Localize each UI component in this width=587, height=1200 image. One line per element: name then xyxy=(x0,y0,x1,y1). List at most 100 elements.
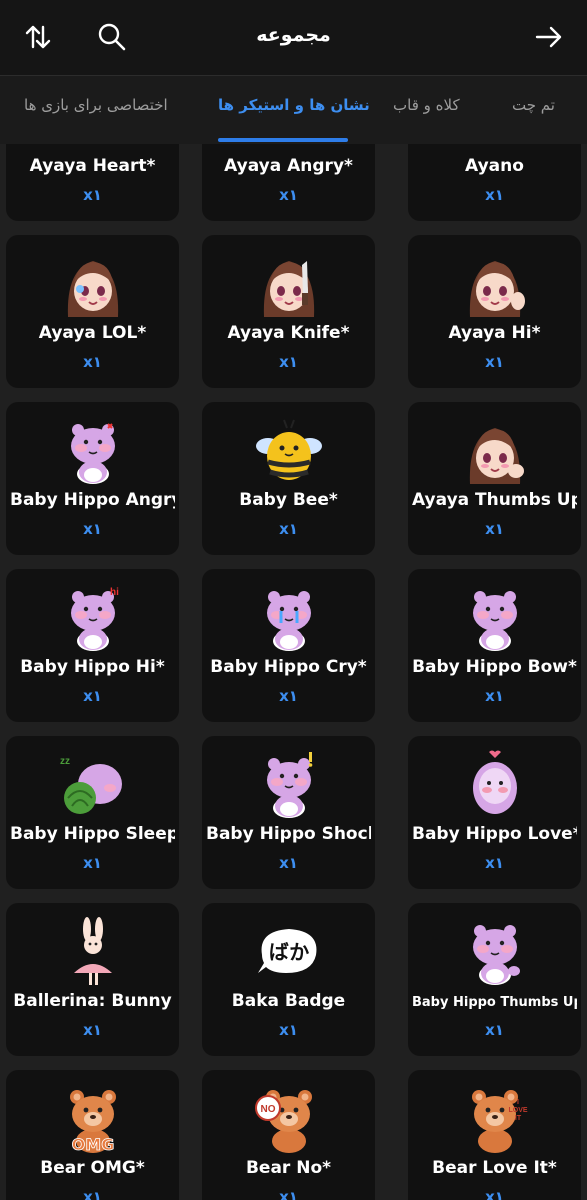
sticker-card[interactable]: OMG Bear OMG* x۱ xyxy=(6,1070,179,1200)
sticker-name: Baby Hippo Angry* xyxy=(10,490,175,510)
sticker-card[interactable]: Baby Bee* x۱ xyxy=(202,402,375,555)
svg-text:hi: hi xyxy=(110,587,119,598)
ayaya-heart-icon xyxy=(6,144,179,152)
tab-badges-stickers[interactable]: نشان ها و استیکر ها xyxy=(218,96,370,114)
sticker-count: x۱ xyxy=(485,520,504,538)
sticker-count: x۱ xyxy=(279,1188,298,1200)
sticker-card[interactable]: Baby Hippo Shocked* x۱ xyxy=(202,736,375,889)
hippo-bow-icon xyxy=(408,583,581,653)
collection-grid[interactable]: Ayaya Heart* x۱ Ayaya Angry* x۱ Ayano x۱ Ayay… xyxy=(0,144,587,1200)
tab-chat-theme[interactable]: تم چت xyxy=(512,96,555,114)
sticker-name: Baka Badge xyxy=(231,991,346,1011)
sticker-name: Baby Hippo Love* xyxy=(412,824,577,844)
sticker-count: x۱ xyxy=(83,854,102,872)
sticker-name: Baby Hippo Thumbs Up* xyxy=(412,995,577,1010)
bear-omg-icon: OMG xyxy=(6,1084,179,1154)
bunny-icon xyxy=(6,917,179,987)
sticker-card[interactable]: NO Bear No* x۱ xyxy=(202,1070,375,1200)
svg-text:zz: zz xyxy=(60,756,70,767)
sticker-card[interactable]: Ayaya Knife* x۱ xyxy=(202,235,375,388)
sticker-card[interactable]: ばか Baka Badge x۱ xyxy=(202,903,375,1056)
svg-text:ばか: ばか xyxy=(268,940,308,964)
svg-text:I: I xyxy=(517,1099,519,1106)
active-tab-indicator xyxy=(218,138,348,142)
sticker-name: Baby Hippo Shocked* xyxy=(206,824,371,844)
sticker-count: x۱ xyxy=(279,687,298,705)
sticker-card[interactable]: hi Baby Hippo Hi* x۱ xyxy=(6,569,179,722)
sticker-name: Bear Love It* xyxy=(432,1158,557,1178)
sticker-count: x۱ xyxy=(83,687,102,705)
sticker-count: x۱ xyxy=(485,687,504,705)
tab-game-exclusive[interactable]: اختصاصی برای بازی ها xyxy=(24,96,168,114)
sticker-count: x۱ xyxy=(83,1188,102,1200)
svg-text:OMG: OMG xyxy=(71,1135,114,1154)
hippo-love-icon xyxy=(408,750,581,820)
sticker-name: Baby Hippo Sleep* xyxy=(10,824,175,844)
sticker-name: Bear No* xyxy=(245,1158,332,1178)
svg-text:IT: IT xyxy=(514,1115,521,1122)
arrow-right-icon xyxy=(535,26,562,48)
sticker-card[interactable]: Ayaya Thumbs Up* x۱ xyxy=(408,402,581,555)
sticker-card[interactable]: Baby Hippo Thumbs Up* x۱ xyxy=(408,903,581,1056)
sticker-count: x۱ xyxy=(485,186,504,204)
sticker-count: x۱ xyxy=(279,1021,298,1039)
hippo-cry-icon xyxy=(202,583,375,653)
sticker-card[interactable]: Baby Hippo Angry* x۱ xyxy=(6,402,179,555)
sticker-name: Baby Hippo Cry* xyxy=(210,657,367,677)
sticker-name: Ayaya Heart* xyxy=(29,156,156,176)
top-bar: مجموعه xyxy=(0,0,587,76)
sticker-count: x۱ xyxy=(485,854,504,872)
sticker-name: Baby Hippo Bow* xyxy=(412,657,577,677)
sticker-name: Ayaya Thumbs Up* xyxy=(412,490,577,510)
sticker-count: x۱ xyxy=(279,520,298,538)
sticker-count: x۱ xyxy=(83,520,102,538)
hippo-sleep-icon: zz xyxy=(6,750,179,820)
sticker-name: Ayano xyxy=(465,156,524,176)
sticker-name: Bear OMG* xyxy=(40,1158,145,1178)
sticker-card[interactable]: Ayaya Heart* x۱ xyxy=(6,144,179,221)
sticker-card[interactable]: Ayaya Hi* x۱ xyxy=(408,235,581,388)
hippo-shocked-icon xyxy=(202,750,375,820)
tab-bar: تم چت کلاه و قاب نشان ها و استیکر ها اخت… xyxy=(0,76,587,144)
baka-icon: ばか xyxy=(202,917,375,987)
ayaya-knife-icon xyxy=(202,249,375,319)
sticker-card[interactable]: Ayano x۱ xyxy=(408,144,581,221)
page-title: مجموعه xyxy=(256,24,331,46)
svg-text:NO: NO xyxy=(260,1104,275,1115)
hippo-angry-icon xyxy=(6,416,179,486)
sticker-name: Ballerina: Bunny xyxy=(13,991,172,1011)
sticker-count: x۱ xyxy=(485,1188,504,1200)
ayaya-hi-icon xyxy=(408,249,581,319)
sticker-count: x۱ xyxy=(83,1021,102,1039)
sticker-count: x۱ xyxy=(279,854,298,872)
sticker-card[interactable]: I LOVE IT Bear Love It* x۱ xyxy=(408,1070,581,1200)
sticker-card[interactable]: Baby Hippo Love* x۱ xyxy=(408,736,581,889)
sticker-count: x۱ xyxy=(485,353,504,371)
sticker-card[interactable]: Ayaya Angry* x۱ xyxy=(202,144,375,221)
sticker-count: x۱ xyxy=(485,1021,504,1039)
sticker-card[interactable]: Baby Hippo Cry* x۱ xyxy=(202,569,375,722)
sticker-count: x۱ xyxy=(279,353,298,371)
ayaya-thumbs-up-icon xyxy=(408,416,581,486)
hippo-thumbs-up-icon xyxy=(408,917,581,987)
sticker-card[interactable]: Ayaya LOL* x۱ xyxy=(6,235,179,388)
bear-no-icon: NO xyxy=(202,1084,375,1154)
sticker-card[interactable]: Ballerina: Bunny x۱ xyxy=(6,903,179,1056)
sticker-name: Ayaya LOL* xyxy=(38,323,147,343)
sticker-count: x۱ xyxy=(279,186,298,204)
bee-icon xyxy=(202,416,375,486)
sticker-name: Ayaya Hi* xyxy=(448,323,541,343)
sticker-name: Baby Bee* xyxy=(239,490,338,510)
sticker-name: Ayaya Angry* xyxy=(224,156,353,176)
back-button[interactable] xyxy=(531,19,567,55)
sticker-count: x۱ xyxy=(83,353,102,371)
hippo-hi-icon: hi xyxy=(6,583,179,653)
bear-love-icon: I LOVE IT xyxy=(408,1084,581,1154)
ayaya-angry-icon xyxy=(202,144,375,152)
svg-text:LOVE: LOVE xyxy=(508,1107,527,1114)
tab-hats-frames[interactable]: کلاه و قاب xyxy=(393,96,460,114)
sticker-card[interactable]: Baby Hippo Bow* x۱ xyxy=(408,569,581,722)
sticker-card[interactable]: zz Baby Hippo Sleep* x۱ xyxy=(6,736,179,889)
ayano-icon xyxy=(408,144,581,152)
sticker-name: Baby Hippo Hi* xyxy=(20,657,165,677)
